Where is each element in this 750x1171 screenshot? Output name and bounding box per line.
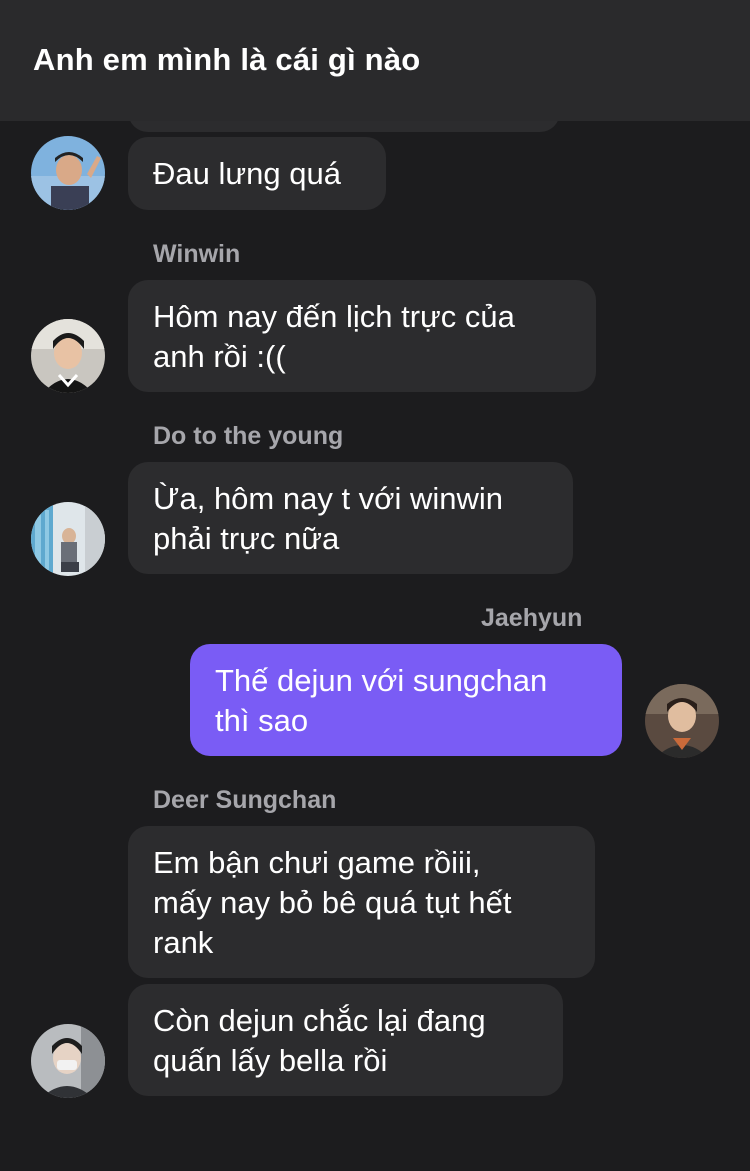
avatar[interactable] — [645, 684, 719, 758]
avatar[interactable] — [31, 1024, 105, 1098]
chat-header: Anh em mình là cái gì nào — [0, 0, 750, 121]
avatar[interactable] — [31, 319, 105, 393]
avatar[interactable] — [31, 136, 105, 210]
message-list[interactable]: Đau lưng quá Winwin Hôm nay đến lịch trự… — [0, 0, 750, 1171]
sender-name: Do to the young — [153, 422, 344, 450]
message-bubble[interactable]: Hôm nay đến lịch trực của anh rồi :(( — [128, 280, 596, 392]
sender-name: Winwin — [153, 240, 241, 268]
message-bubble[interactable]: Còn dejun chắc lại đang quấn lấy bella r… — [128, 984, 563, 1096]
message-bubble[interactable]: Em bận chưi game rồiii, mấy nay bỏ bê qu… — [128, 826, 595, 978]
message-bubble[interactable]: Đau lưng quá — [128, 137, 386, 210]
avatar[interactable] — [31, 502, 105, 576]
sender-name: Deer Sungchan — [153, 786, 337, 814]
chat-title: Anh em mình là cái gì nào — [33, 42, 421, 77]
message-bubble[interactable]: Ừa, hôm nay t với winwin phải trực nữa — [128, 462, 573, 574]
message-bubble-outgoing[interactable]: Thế dejun với sungchan thì sao — [190, 644, 622, 756]
sender-name: Jaehyun — [481, 604, 583, 632]
